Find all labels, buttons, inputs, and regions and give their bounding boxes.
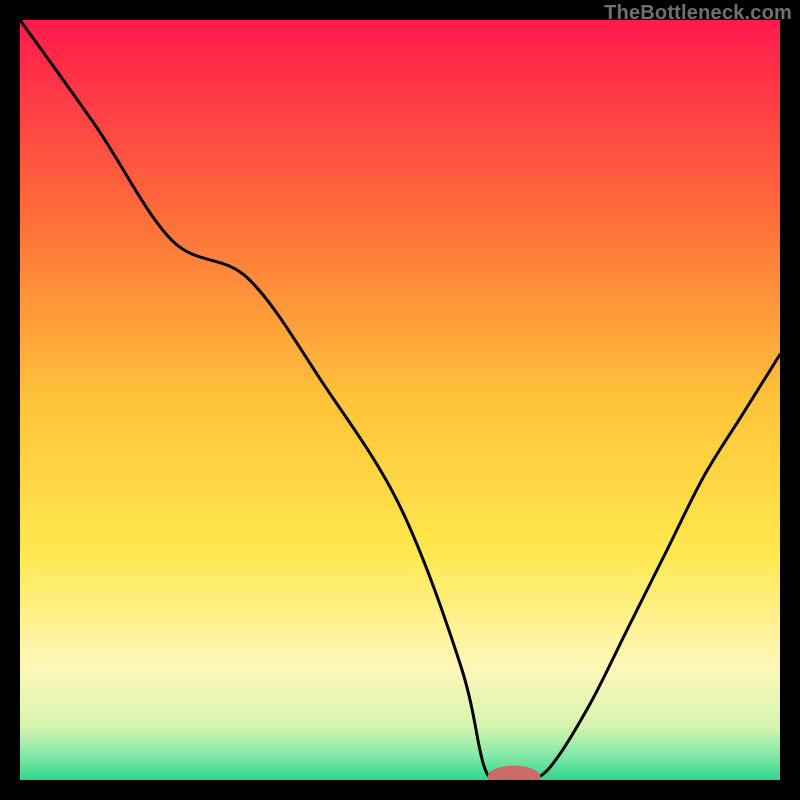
gradient-bg-rect: [20, 20, 780, 780]
bottleneck-chart: [20, 20, 780, 780]
chart-frame: TheBottleneck.com: [0, 0, 800, 800]
watermark-text: TheBottleneck.com: [604, 2, 792, 25]
plot-area: [20, 20, 780, 780]
